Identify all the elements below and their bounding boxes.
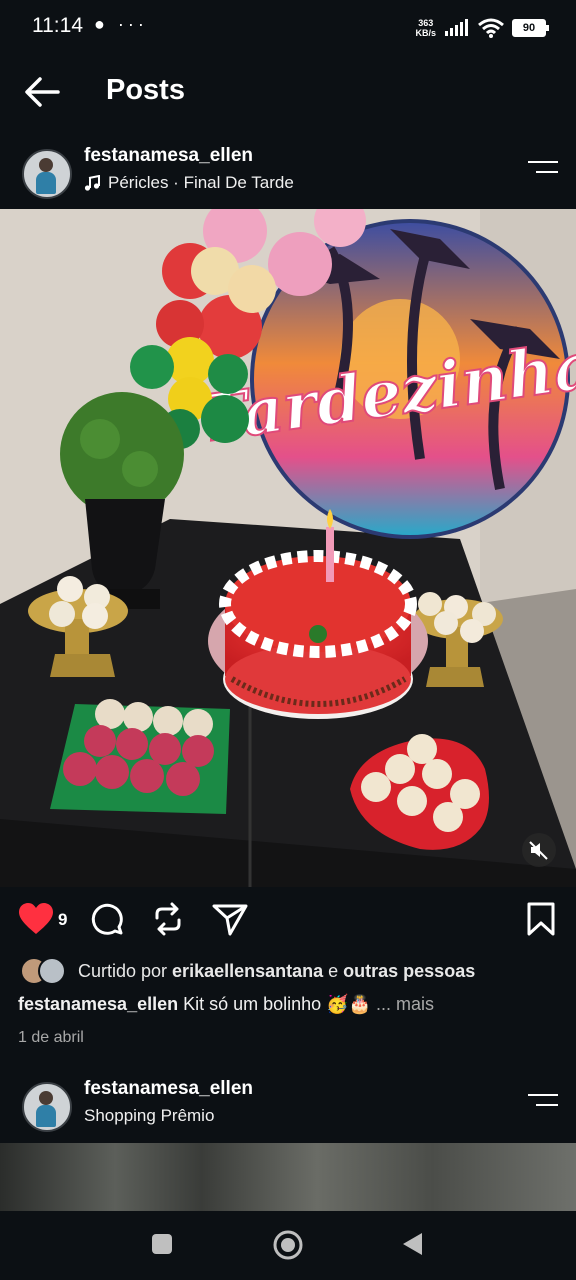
signal-icon [445,19,468,36]
liked-by-user[interactable]: erikaellensantana [172,961,323,982]
mute-button[interactable] [522,833,556,867]
system-nav-bar [0,1211,576,1280]
back-arrow-icon[interactable] [22,74,62,110]
network-speed-value: 363 [418,18,434,28]
more-options-icon[interactable] [528,1094,558,1116]
caption-more-link[interactable]: ... mais [376,994,434,1014]
avatar[interactable] [22,1082,72,1132]
post-photo: Tardezinha [0,209,576,887]
home-circle-icon[interactable] [272,1229,304,1261]
avatar[interactable] [22,149,72,199]
post-actions: 9 [0,896,576,944]
more-options-icon[interactable] [528,161,558,183]
next-post-image[interactable] [0,1143,576,1211]
liked-by-others[interactable]: outras pessoas [343,961,475,982]
music-info[interactable]: Péricles · Final De Tarde [84,173,294,193]
page-title: Posts [106,74,185,106]
caption-text: Kit só um bolinho 🥳🎂 [183,994,372,1014]
wifi-icon [478,18,504,38]
comment-icon[interactable] [90,902,124,936]
heart-icon[interactable] [18,902,54,936]
network-speed-unit: KB/s [415,28,436,38]
share-icon[interactable] [212,902,248,936]
caption: festanamesa_ellen Kit só um bolinho 🥳🎂 .… [18,994,566,1015]
recent-apps-icon[interactable] [150,1232,174,1256]
liked-by-prefix: Curtido por [78,960,168,981]
next-post-header: festanamesa_ellen Shopping Prêmio [0,1076,576,1136]
next-post-location[interactable]: Shopping Prêmio [84,1106,214,1126]
music-note-icon [84,175,100,191]
status-time: 11:14 [32,14,83,37]
back-triangle-icon[interactable] [400,1231,424,1257]
post-username[interactable]: festanamesa_ellen [84,145,253,167]
save-bookmark-icon[interactable] [526,902,556,936]
post-header: festanamesa_ellen Péricles · Final De Ta… [0,143,576,203]
notification-icons: ● ··· [94,14,148,34]
caption-username[interactable]: festanamesa_ellen [18,994,178,1014]
liked-by-row[interactable]: Curtido por erikaellensantana e outras p… [20,956,475,986]
network-speed: 363 KB/s [415,18,436,38]
location-label: Shopping Prêmio [84,1106,215,1125]
status-bar: 11:14 ● ··· 363 KB/s 90 [0,0,576,56]
liked-by-and: e [328,960,339,981]
liker-avatar [38,957,66,985]
header: Posts [0,60,576,124]
status-right-group: 363 KB/s 90 [415,16,549,40]
repost-icon[interactable] [152,902,184,936]
post-image[interactable]: Tardezinha [0,209,576,887]
sound-off-icon [529,841,548,860]
post-date: 1 de abril [18,1029,84,1046]
like-count[interactable]: 9 [58,910,67,930]
next-post-username[interactable]: festanamesa_ellen [84,1078,253,1100]
battery-icon: 90 [512,19,549,37]
music-label: Péricles · Final De Tarde [108,173,294,192]
